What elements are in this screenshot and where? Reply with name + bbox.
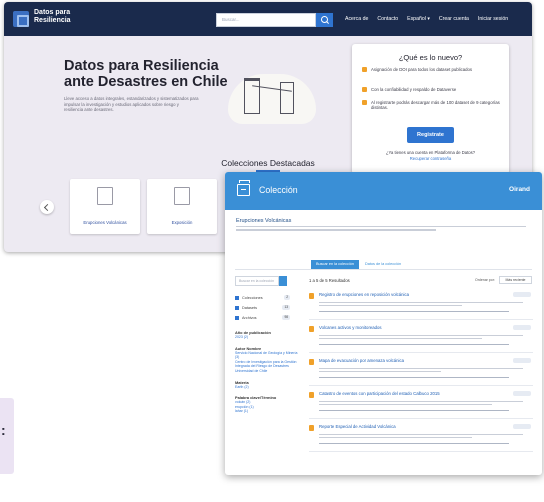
result-item[interactable]: Catastro de eventos con participación de… [309,391,533,419]
brand-line2: Resiliencia [34,16,71,24]
facet-link[interactable]: Servicio Nacional de Geología y Minería … [235,351,298,360]
collection-card-label: Erupciones Volcánicas [83,220,127,225]
volcano-tower-icon [97,187,113,205]
type-badge [513,292,531,297]
hero-title-line1: Datos para Resiliencia [64,58,219,74]
nav-link-about[interactable]: Acerca de [345,16,368,22]
result-item[interactable]: Registro de erupciones en reposición vol… [309,292,533,320]
collection-card-exposure[interactable]: Exposición [147,179,217,234]
collection-window: Colección Oirand Erupciones Volcánicas B… [225,172,542,475]
nav-link-login[interactable]: Iniciar sesión [478,16,508,22]
type-badge [513,391,531,396]
facet-link[interactable]: lahar (1) [235,409,298,414]
search-icon[interactable] [279,276,287,286]
whats-new-panel: ¿Qué es lo nuevo? Asignación de DOI para… [352,44,509,174]
dataset-icon [309,425,314,431]
screenshot-composite: : Datos para Resiliencia Buscar... Acerc… [0,0,544,502]
logo-icon[interactable] [13,11,29,27]
collection-card-volcanic[interactable]: Erupciones Volcánicas [70,179,140,234]
bullet-icon [362,87,367,92]
archive-box-icon [237,180,250,196]
carousel-prev-button[interactable] [40,200,54,214]
filter-collections[interactable]: Colecciones 2 [235,294,298,304]
whats-new-item: Asignación de DOI para todos los dataset… [362,67,502,72]
result-item[interactable]: Reporte Especial de Actividad Volcánica [309,424,533,452]
tab-search-collection[interactable]: Buscar en la colección [311,260,359,269]
facet-link[interactable]: 2023 (2) [235,335,298,340]
facet-sidebar: Colecciones 2 Datasets 13 Archivos 98 Año d… [235,294,298,414]
result-title[interactable]: Registro de erupciones en reposición vol… [319,292,409,297]
search-placeholder: Buscar... [222,17,240,22]
result-title[interactable]: Catastro de eventos con participación de… [319,391,440,396]
whats-new-item: Al registrarte podrás descargar más de 1… [362,100,502,111]
filter-datasets[interactable]: Datasets 13 [235,304,298,314]
whats-new-title: ¿Qué es lo nuevo? [398,53,463,62]
language-select[interactable]: Español ▾ [407,16,430,22]
search-input[interactable]: Buscar... [216,13,316,27]
collection-subtitle: Erupciones Volcánicas [236,218,292,224]
dataset-icon [309,326,314,332]
hero-illustration [214,52,330,132]
top-navbar: Datos para Resiliencia Buscar... Acerca … [4,2,532,36]
collection-search-input[interactable]: Buscar en la colección [235,276,279,286]
dataset-icon [309,392,314,398]
count-badge: 13 [282,305,290,310]
nav-link-signup[interactable]: Crear cuenta [439,16,469,22]
result-title[interactable]: Volcanes activos y monitoreados [319,325,382,330]
tab-divider [235,269,532,270]
nav-link-contact[interactable]: Contacto [377,16,398,22]
bullet-icon [362,100,367,105]
search-icon[interactable] [316,13,333,27]
count-badge: 98 [282,315,290,320]
side-tab: : [0,398,14,474]
dataset-icon [309,359,314,365]
type-badge [513,358,531,363]
hero-description: Lleve acceso a datos integrales, estanda… [64,96,199,112]
count-badge: 2 [284,295,290,300]
filter-files[interactable]: Archivos 98 [235,314,298,324]
facet-link[interactable]: Centro de Investigación para la Gestión … [235,360,298,369]
bullet-icon [362,67,367,72]
hero-title: Datos para Resiliencia ante Desastres en… [64,58,228,90]
result-item[interactable]: Volcanes activos y monitoreados [309,325,533,353]
type-badge [513,325,531,330]
sort-label: Ordenar por: [475,278,495,282]
sort-dropdown[interactable]: Más reciente [499,276,532,284]
dataset-icon [309,293,314,299]
collection-header: Colección Oirand [225,172,542,210]
results-count: 1 a 5 de 5 Resultados [309,278,350,283]
type-badge [513,424,531,429]
collection-card-label: Exposición [171,220,193,225]
tab-collection-data[interactable]: Datos de la colección [360,260,406,269]
whats-new-item: Con la confiabilidad y respaldo de Datav… [362,87,502,92]
hero-title-line2: ante Desastres en Chile [64,74,228,90]
building-icon [174,187,190,205]
brand-logo[interactable]: Oirand [509,186,530,193]
facet-link[interactable]: Universidad de Chile [235,369,298,374]
collection-title: Colección [259,185,298,195]
register-button[interactable]: Registrate [407,127,454,143]
facet-link[interactable]: Earth (2) [235,385,298,390]
collection-description [236,226,531,231]
brand-logo[interactable]: Datos para Resiliencia [34,9,71,24]
featured-collections-title: Colecciones Destacadas [4,158,532,172]
result-title[interactable]: Reporte Especial de Actividad Volcánica [319,424,396,429]
result-title[interactable]: Mapa de evacuación por amenaza volcánica [319,358,404,363]
result-item[interactable]: Mapa de evacuación por amenaza volcánica [309,358,533,386]
nav-links: Acerca de Contacto Español ▾ Crear cuent… [345,16,508,22]
brand-line1: Datos para [34,9,71,16]
